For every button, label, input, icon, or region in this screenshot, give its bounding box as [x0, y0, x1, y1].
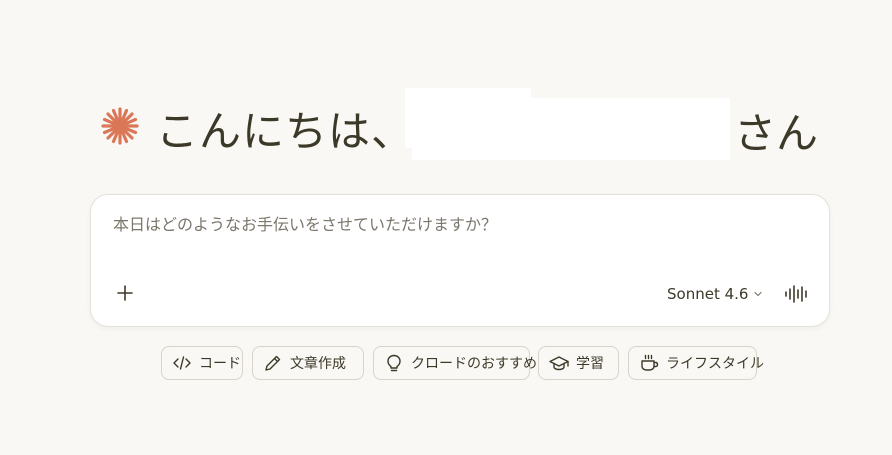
waveform-icon	[785, 285, 807, 303]
prompt-input[interactable]	[113, 215, 803, 234]
chip-claude-recommendations[interactable]: クロードのおすすめ	[373, 346, 537, 380]
voice-mode-button[interactable]	[783, 281, 811, 307]
graduation-cap-icon	[549, 356, 569, 371]
claude-logo-icon	[101, 107, 139, 145]
greeting-text: こんにちは、	[156, 106, 415, 156]
chip-label: コード	[199, 356, 241, 372]
chip-code[interactable]: コード	[161, 346, 243, 380]
chip-lifestyle[interactable]: ライフスタイル	[628, 346, 764, 380]
pencil-icon	[265, 355, 281, 371]
chevron-down-icon	[754, 291, 763, 297]
greeting: こんにちは、	[100, 92, 414, 164]
redacted-name-bottom	[412, 98, 730, 160]
chip-learning[interactable]: 学習	[538, 346, 619, 380]
chip-label: 文章作成	[290, 356, 346, 372]
plus-icon	[117, 285, 133, 301]
chip-writing[interactable]: 文章作成	[252, 346, 364, 380]
lightbulb-icon	[387, 354, 401, 372]
coffee-cup-icon	[641, 354, 659, 371]
model-selector[interactable]: Sonnet 4.6	[667, 282, 763, 306]
chip-label: クロードのおすすめ	[411, 356, 537, 372]
chip-label: ライフスタイル	[666, 356, 764, 372]
code-icon	[173, 356, 191, 370]
add-attachment-button[interactable]	[111, 279, 139, 307]
model-selector-label: Sonnet 4.6	[667, 285, 749, 303]
greeting-suffix: さん	[734, 109, 819, 158]
chip-label: 学習	[576, 356, 604, 372]
composer: Sonnet 4.6	[90, 194, 830, 327]
